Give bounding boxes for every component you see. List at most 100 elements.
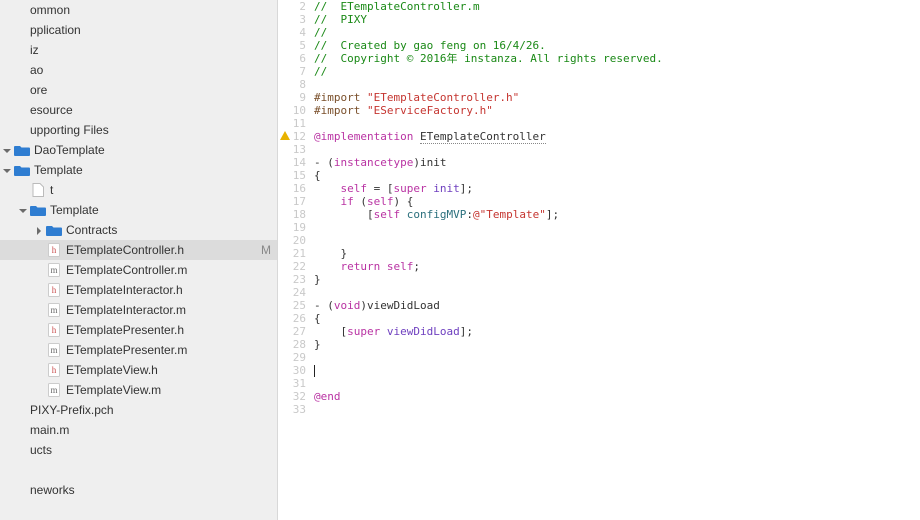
code-line[interactable] [314, 78, 920, 91]
file-tree-item[interactable]: Template [0, 160, 277, 180]
file-tree-item[interactable]: esource [0, 100, 277, 120]
code-line[interactable]: if (self) { [314, 195, 920, 208]
folder-icon [46, 223, 62, 237]
svg-text:m: m [50, 265, 57, 275]
code-line[interactable]: } [314, 338, 920, 351]
code-line[interactable]: // Copyright © 2016年 instanza. All right… [314, 52, 920, 65]
file-tree-item[interactable]: ore [0, 80, 277, 100]
code-line[interactable]: { [314, 312, 920, 325]
line-number: 27 [278, 325, 314, 338]
line-number: 32 [278, 390, 314, 403]
file-tree-item[interactable]: upporting Files [0, 120, 277, 140]
code-line[interactable]: // Created by gao feng on 16/4/26. [314, 39, 920, 52]
file-tree-label: ETemplateInteractor.h [66, 283, 271, 297]
m-file-icon: m [46, 303, 62, 317]
file-tree-item[interactable] [0, 460, 277, 480]
file-tree-item[interactable]: iz [0, 40, 277, 60]
line-number: 17 [278, 195, 314, 208]
file-tree-item[interactable]: ucts [0, 440, 277, 460]
chevron-down-icon[interactable] [2, 165, 12, 175]
code-line[interactable]: - (instancetype)init [314, 156, 920, 169]
line-number: 31 [278, 377, 314, 390]
svg-text:h: h [52, 245, 57, 255]
file-tree-label: Template [50, 203, 271, 217]
line-number: 16 [278, 182, 314, 195]
code-line[interactable]: } [314, 247, 920, 260]
code-line[interactable] [314, 234, 920, 247]
code-line[interactable] [314, 377, 920, 390]
file-tree-label: ETemplateController.m [66, 263, 271, 277]
line-number: 2 [278, 0, 314, 13]
file-tree-item[interactable]: DaoTemplate [0, 140, 277, 160]
code-line[interactable] [314, 117, 920, 130]
line-number: 12 [278, 130, 314, 143]
code-line[interactable]: return self; [314, 260, 920, 273]
line-number: 15 [278, 169, 314, 182]
svg-text:m: m [50, 385, 57, 395]
code-line[interactable]: #import "ETemplateController.h" [314, 91, 920, 104]
chevron-down-icon[interactable] [2, 145, 12, 155]
code-line[interactable]: [self configMVP:@"Template"]; [314, 208, 920, 221]
file-tree-label: ETemplatePresenter.m [66, 343, 271, 357]
folder-icon [14, 163, 30, 177]
code-line[interactable]: // PIXY [314, 13, 920, 26]
file-tree-label: DaoTemplate [34, 143, 271, 157]
folder-icon [14, 143, 30, 157]
file-tree-item[interactable]: mETemplateInteractor.m [0, 300, 277, 320]
chevron-right-icon[interactable] [34, 225, 44, 235]
file-tree-item[interactable]: h ETemplateInteractor.h [0, 280, 277, 300]
file-tree-label: ore [30, 83, 271, 97]
code-line[interactable]: // [314, 26, 920, 39]
svg-text:h: h [52, 325, 57, 335]
file-tree-label: ao [30, 63, 271, 77]
file-tree-item[interactable]: Contracts [0, 220, 277, 240]
code-line[interactable]: } [314, 273, 920, 286]
line-number: 30 [278, 364, 314, 377]
chevron-down-icon[interactable] [18, 205, 28, 215]
code-line[interactable] [314, 403, 920, 416]
file-tree-item[interactable]: neworks [0, 480, 277, 500]
file-tree-label: pplication [30, 23, 271, 37]
file-tree-item[interactable]: ao [0, 60, 277, 80]
code-line[interactable] [314, 351, 920, 364]
code-line[interactable]: #import "EServiceFactory.h" [314, 104, 920, 117]
code-area[interactable]: // ETemplateController.m// PIXY//// Crea… [314, 0, 920, 520]
file-tree-item[interactable]: pplication [0, 20, 277, 40]
code-line[interactable] [314, 143, 920, 156]
line-number: 5 [278, 39, 314, 52]
line-number: 14 [278, 156, 314, 169]
line-number: 29 [278, 351, 314, 364]
code-line[interactable]: self = [super init]; [314, 182, 920, 195]
file-tree-item[interactable]: t [0, 180, 277, 200]
file-tree-item[interactable]: main.m [0, 420, 277, 440]
file-tree-item[interactable]: mETemplatePresenter.m [0, 340, 277, 360]
code-line[interactable]: { [314, 169, 920, 182]
line-number: 6 [278, 52, 314, 65]
line-number: 20 [278, 234, 314, 247]
code-line[interactable]: // [314, 65, 920, 78]
code-line[interactable]: // ETemplateController.m [314, 0, 920, 13]
file-tree-item[interactable]: hETemplatePresenter.h [0, 320, 277, 340]
file-tree-item[interactable]: ommon [0, 0, 277, 20]
code-line[interactable]: [super viewDidLoad]; [314, 325, 920, 338]
line-number: 3 [278, 13, 314, 26]
vcs-status-badge: M [257, 243, 271, 257]
h-file-icon: h [46, 283, 62, 297]
code-editor[interactable]: 2345678910111213141516171819202122232425… [278, 0, 920, 520]
file-tree-item[interactable]: hETemplateView.h [0, 360, 277, 380]
file-tree-item[interactable]: m ETemplateController.m [0, 260, 277, 280]
file-tree-item[interactable]: hETemplateController.hM [0, 240, 277, 260]
code-line[interactable]: @implementation ETemplateController [314, 130, 920, 143]
code-line[interactable]: - (void)viewDidLoad [314, 299, 920, 312]
file-tree-item[interactable]: PIXY-Prefix.pch [0, 400, 277, 420]
code-line[interactable] [314, 286, 920, 299]
code-line[interactable] [314, 221, 920, 234]
code-line[interactable] [314, 364, 920, 377]
file-tree-item[interactable]: Template [0, 200, 277, 220]
file-tree-label: ETemplateView.h [66, 363, 271, 377]
file-tree-item[interactable]: mETemplateView.m [0, 380, 277, 400]
line-number: 13 [278, 143, 314, 156]
code-line[interactable]: @end [314, 390, 920, 403]
file-navigator[interactable]: ommon pplication iz ao ore esourceupporting F… [0, 0, 278, 520]
document-icon [30, 183, 46, 197]
